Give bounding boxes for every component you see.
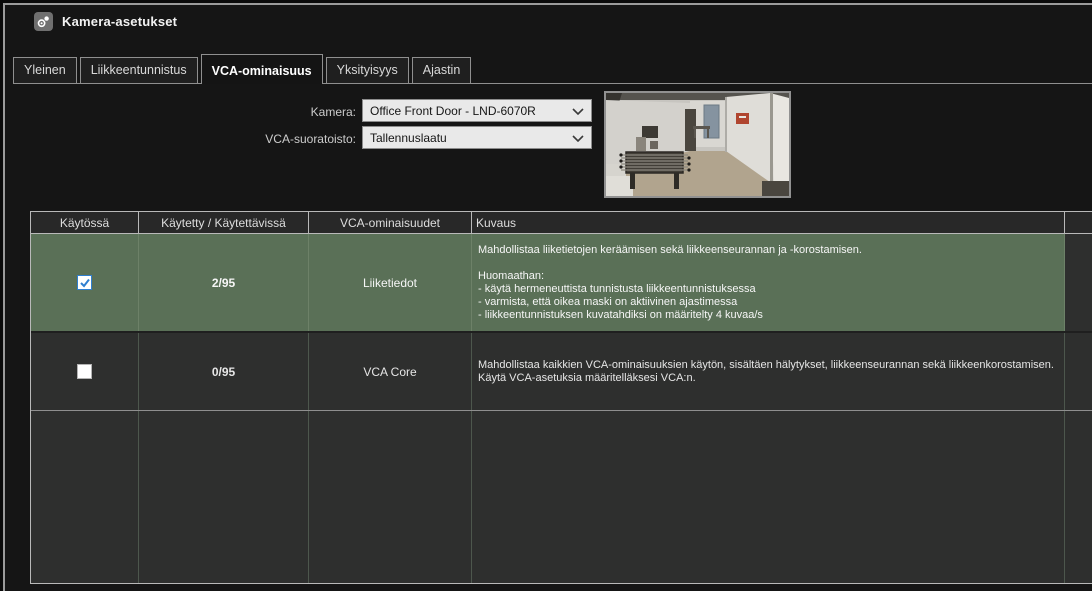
vca-stream-select[interactable]: Tallennuslaatu <box>362 126 592 149</box>
tab-vca-ominaisuus[interactable]: VCA-ominaisuus <box>201 54 323 84</box>
tab-ajastin[interactable]: Ajastin <box>412 57 472 83</box>
column-header-kaytetty: Käytetty / Käytettävissä <box>139 212 309 234</box>
feature-name: VCA Core <box>309 333 472 410</box>
column-header-empty <box>1065 212 1092 234</box>
row-end-cell <box>1065 234 1092 331</box>
tab-yksityisyys[interactable]: Yksityisyys <box>326 57 409 83</box>
title-bar: Kamera-asetukset <box>34 8 1092 34</box>
camera-label: Kamera: <box>96 105 356 119</box>
vca-stream-select-value: Tallennuslaatu <box>370 131 447 145</box>
camera-select[interactable]: Office Front Door - LND-6070R <box>362 99 592 122</box>
tab-liikkeentunnistus[interactable]: Liikkeentunnistus <box>80 57 198 83</box>
vca-stream-label: VCA-suoratoisto: <box>96 132 356 146</box>
row-end-cell <box>1065 333 1092 410</box>
used-available-value: 2/95 <box>139 234 309 331</box>
liiketiedot-enabled-checkbox[interactable] <box>77 275 92 290</box>
column-header-vca-ominaisuudet: VCA-ominaisuudet <box>309 212 472 234</box>
enabled-cell <box>31 234 139 331</box>
empty-table-area <box>31 411 1092 583</box>
chevron-down-icon <box>572 131 584 145</box>
chevron-down-icon <box>572 104 584 118</box>
camera-select-value: Office Front Door - LND-6070R <box>370 104 536 118</box>
used-available-value: 0/95 <box>139 333 309 410</box>
settings-gears-icon <box>34 12 53 31</box>
feature-description: Mahdollistaa liiketietojen keräämisen se… <box>472 234 1065 331</box>
camera-preview-image <box>604 91 791 198</box>
table-row-liiketiedot[interactable]: 2/95 Liiketiedot Mahdollistaa liiketieto… <box>31 234 1092 333</box>
window-title: Kamera-asetukset <box>62 14 177 29</box>
vca-core-enabled-checkbox[interactable] <box>77 364 92 379</box>
vca-feature-table: Käytössä Käytetty / Käytettävissä VCA-om… <box>30 211 1092 584</box>
tab-yleinen[interactable]: Yleinen <box>13 57 77 83</box>
table-row-vca-core[interactable]: 0/95 VCA Core Mahdollistaa kaikkien VCA-… <box>31 333 1092 411</box>
feature-description: Mahdollistaa kaikkien VCA-ominaisuuksien… <box>472 333 1065 410</box>
column-header-kuvaus: Kuvaus <box>472 212 1065 234</box>
checkmark-icon <box>79 277 91 289</box>
feature-name: Liiketiedot <box>309 234 472 331</box>
column-header-kaytossa: Käytössä <box>31 212 139 234</box>
enabled-cell <box>31 333 139 410</box>
table-header-row: Käytössä Käytetty / Käytettävissä VCA-om… <box>31 212 1092 234</box>
tab-bar: Yleinen Liikkeentunnistus VCA-ominaisuus… <box>13 55 1092 84</box>
